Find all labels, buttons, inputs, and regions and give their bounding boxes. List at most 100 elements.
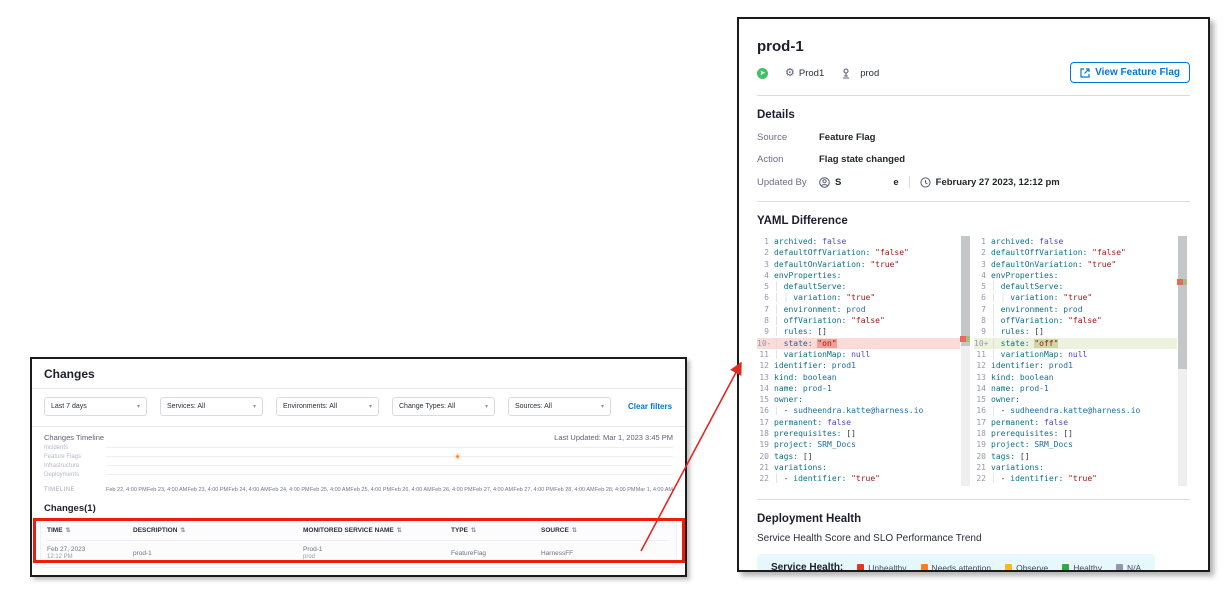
timeline-tick-label: Feb 22, 4:00 PM bbox=[106, 487, 147, 493]
column-header-label: DESCRIPTION bbox=[133, 527, 177, 534]
line-number: 13 bbox=[974, 372, 991, 383]
line-content: kind: boolean bbox=[774, 372, 960, 383]
timeline-tick-label: Mar 1, 4:00 AM bbox=[636, 487, 673, 493]
service-name: Prod1 bbox=[799, 68, 824, 79]
view-feature-flag-button[interactable]: View Feature Flag bbox=[1070, 62, 1190, 83]
table-header-row: TIME⇅DESCRIPTION⇅MONITORED SERVICE NAME⇅… bbox=[47, 520, 670, 541]
line-content: defaultOnVariation: "true" bbox=[774, 259, 960, 270]
line-number: 10+ bbox=[974, 338, 991, 349]
code-line: 22│ - identifier: "true" bbox=[757, 473, 960, 484]
line-content: │ │ variation: "true" bbox=[774, 292, 960, 303]
line-number: 16 bbox=[974, 405, 991, 416]
column-header-type[interactable]: TYPE⇅ bbox=[451, 527, 541, 534]
timeline-ticks: Feb 22, 4:00 PMFeb 23, 4:00 AMFeb 23, 4:… bbox=[106, 487, 673, 493]
detail-title: prod-1 bbox=[757, 38, 1190, 55]
timeline-row-track bbox=[106, 447, 673, 448]
code-line: 5│ defaultServe: bbox=[757, 281, 960, 292]
cell-description: prod-1 bbox=[133, 550, 303, 557]
sort-icon[interactable]: ⇅ bbox=[66, 527, 71, 534]
timeline-row-label: Incidents bbox=[44, 445, 106, 451]
line-content: │ environment: prod bbox=[991, 304, 1177, 315]
detail-row-action: Action Flag state changed bbox=[757, 154, 1190, 165]
column-header-monitored-service-name[interactable]: MONITORED SERVICE NAME⇅ bbox=[303, 527, 451, 534]
line-number: 21 bbox=[974, 462, 991, 473]
filter-dropdown-label: Last 7 days bbox=[51, 403, 87, 410]
timeline-tick-label: Feb 28, 4:00 AM bbox=[554, 487, 594, 493]
timeline-axis: TIMELINE Feb 22, 4:00 PMFeb 23, 4:00 AMF… bbox=[44, 487, 673, 493]
scrollbar[interactable] bbox=[1178, 236, 1187, 486]
cell-service: Prod-1 prod bbox=[303, 546, 451, 560]
timeline-tick-label: Feb 25, 4:00 PM bbox=[350, 487, 391, 493]
deployment-health-heading: Deployment Health bbox=[757, 513, 1190, 525]
filter-dropdown[interactable]: Change Types: All▾ bbox=[392, 397, 495, 416]
yaml-diff-view: 1archived: false2defaultOffVariation: "f… bbox=[757, 236, 1190, 486]
line-number: 10- bbox=[757, 338, 774, 349]
line-number: 11 bbox=[757, 349, 774, 360]
filter-dropdown[interactable]: Sources: All▾ bbox=[508, 397, 611, 416]
cell-type: FeatureFlag bbox=[451, 550, 541, 557]
line-content: tags: [] bbox=[774, 451, 960, 462]
chevron-down-icon: ▾ bbox=[137, 404, 140, 410]
line-content: │ defaultServe: bbox=[991, 281, 1177, 292]
changes-timeline: Changes Timeline Last Updated: Mar 1, 20… bbox=[32, 427, 685, 493]
sort-icon[interactable]: ⇅ bbox=[572, 527, 577, 534]
timeline-tick-label: Feb 27, 4:00 AM bbox=[473, 487, 513, 493]
line-number: 20 bbox=[757, 451, 774, 462]
sort-icon[interactable]: ⇅ bbox=[471, 527, 476, 534]
flag-status-icon: ➤ bbox=[757, 68, 768, 79]
code-line: 14name: prod-1 bbox=[757, 383, 960, 394]
service-health-legend: Service Health: UnhealthyNeeds attention… bbox=[757, 554, 1155, 572]
updated-by-value: Se bbox=[835, 177, 899, 188]
monitored-service-chip: ⚙ Prod1 bbox=[785, 68, 824, 79]
code-line: 19project: SRM_Docs bbox=[757, 439, 960, 450]
line-number: 19 bbox=[974, 439, 991, 450]
divider bbox=[757, 95, 1190, 96]
code-line: 6│ │ variation: "true" bbox=[974, 292, 1177, 303]
line-content: │ offVariation: "false" bbox=[991, 315, 1177, 326]
timeline-row-track bbox=[106, 456, 673, 457]
cell-source: HarnessFF bbox=[541, 550, 670, 557]
yaml-difference-heading: YAML Difference bbox=[757, 215, 1190, 227]
line-content: owner: bbox=[991, 394, 1177, 405]
scrollbar-thumb[interactable] bbox=[1178, 236, 1187, 369]
column-header-source[interactable]: SOURCE⇅ bbox=[541, 527, 670, 534]
column-header-description[interactable]: DESCRIPTION⇅ bbox=[133, 527, 303, 534]
screenshot-stage: Changes Last 7 days▾Services: All▾Enviro… bbox=[0, 0, 1224, 592]
table-row[interactable]: Feb 27, 2023 12:12 PM prod-1 Prod-1 prod… bbox=[47, 541, 670, 567]
line-content: envProperties: bbox=[991, 270, 1177, 281]
sort-icon[interactable]: ⇅ bbox=[397, 527, 402, 534]
line-content: identifier: prod1 bbox=[774, 360, 960, 371]
legend-item-needs-attention: Needs attention bbox=[921, 563, 992, 573]
line-content: │ rules: [] bbox=[774, 326, 960, 337]
column-header-label: TYPE bbox=[451, 527, 468, 534]
environment-icon bbox=[841, 68, 851, 79]
deployment-health-subtitle: Service Health Score and SLO Performance… bbox=[757, 533, 1190, 544]
code-line: 17permanent: false bbox=[974, 417, 1177, 428]
change-event-marker[interactable] bbox=[454, 452, 461, 459]
code-line: 7│ environment: prod bbox=[974, 304, 1177, 315]
clear-filters-link[interactable]: Clear filters bbox=[628, 402, 672, 411]
chevron-down-icon: ▾ bbox=[485, 404, 488, 410]
column-header-label: TIME bbox=[47, 527, 63, 534]
line-number: 6 bbox=[974, 292, 991, 303]
scrollbar-thumb[interactable] bbox=[961, 236, 970, 346]
column-header-time[interactable]: TIME⇅ bbox=[47, 527, 133, 534]
line-number: 11 bbox=[974, 349, 991, 360]
code-line: 10+│ state: "off" bbox=[974, 338, 1177, 349]
filter-dropdown[interactable]: Last 7 days ▾ bbox=[44, 397, 147, 416]
column-header-label: SOURCE bbox=[541, 527, 569, 534]
line-content: │ variationMap: null bbox=[991, 349, 1177, 360]
line-content: │ state: "on" bbox=[774, 338, 960, 349]
line-number: 3 bbox=[974, 259, 991, 270]
line-content: project: SRM_Docs bbox=[774, 439, 960, 450]
external-link-icon bbox=[1080, 68, 1090, 78]
line-number: 9 bbox=[757, 326, 774, 337]
filter-dropdown[interactable]: Services: All▾ bbox=[160, 397, 263, 416]
code-line: 7│ environment: prod bbox=[757, 304, 960, 315]
timeline-row-track bbox=[106, 474, 673, 475]
sort-icon[interactable]: ⇅ bbox=[180, 527, 185, 534]
scrollbar[interactable] bbox=[961, 236, 970, 486]
filter-dropdown[interactable]: Environments: All▾ bbox=[276, 397, 379, 416]
line-number: 1 bbox=[757, 236, 774, 247]
line-number: 9 bbox=[974, 326, 991, 337]
